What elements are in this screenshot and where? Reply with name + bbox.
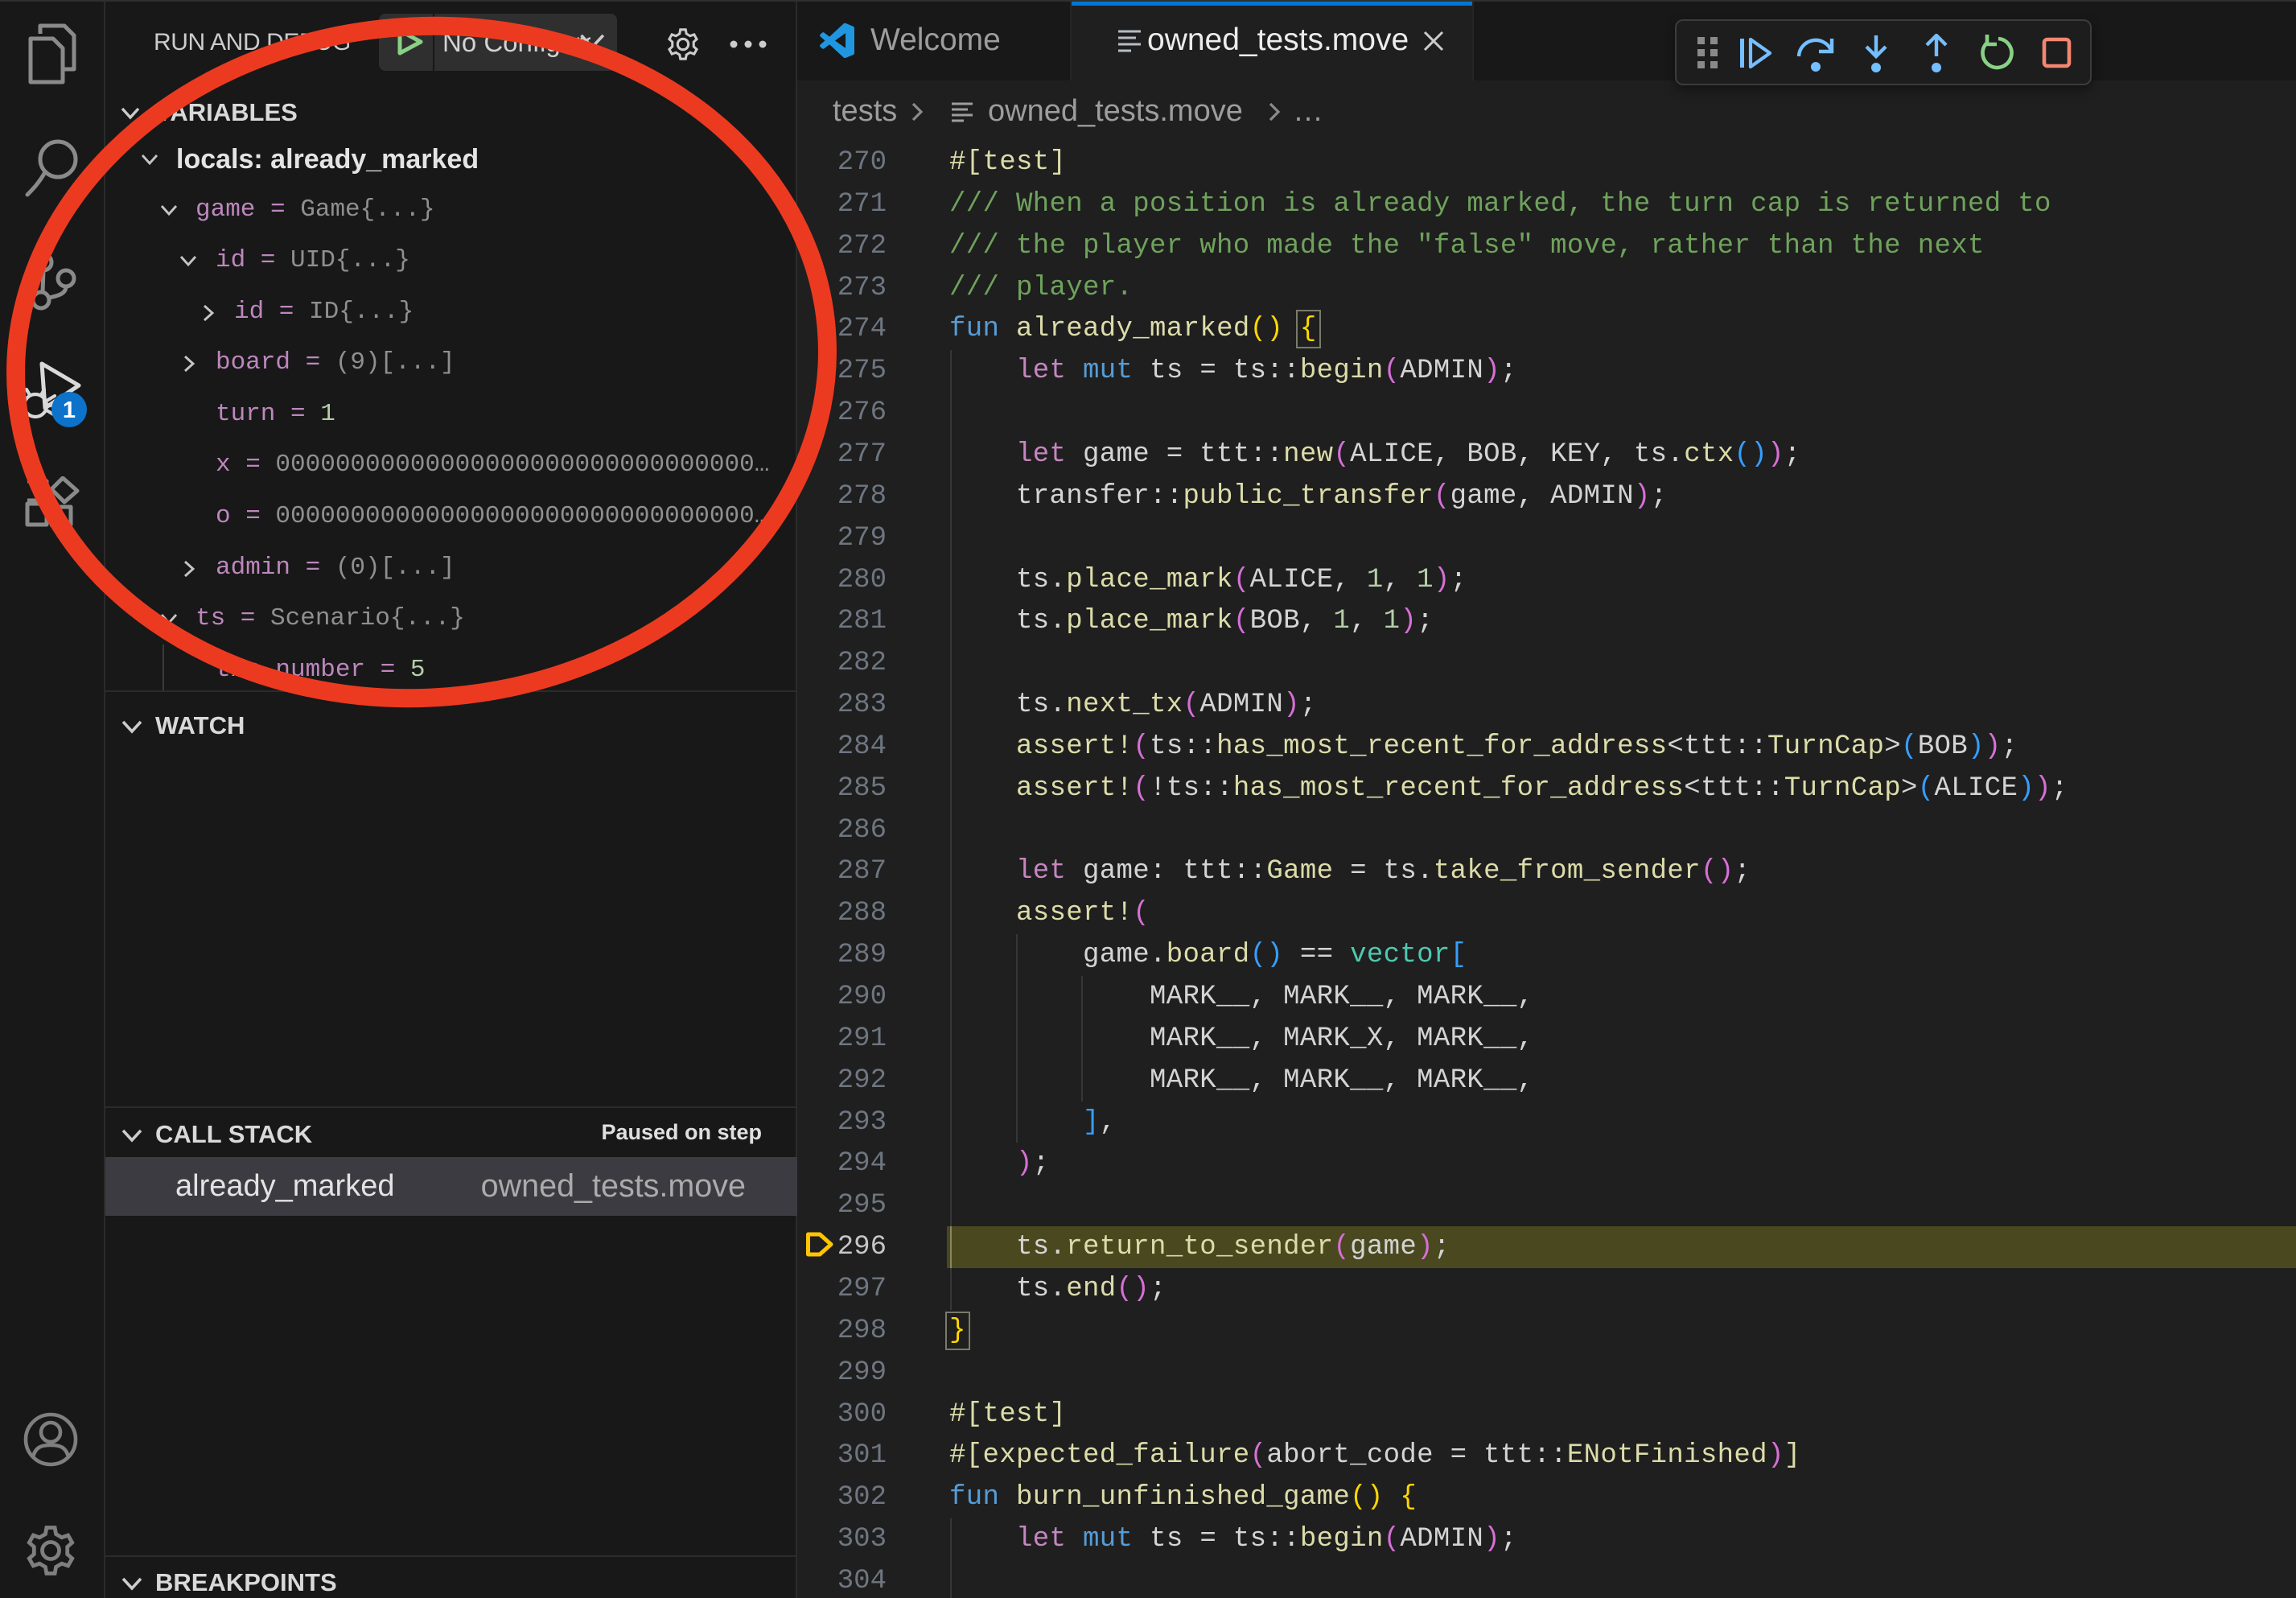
svg-text:1: 1 (63, 397, 76, 423)
